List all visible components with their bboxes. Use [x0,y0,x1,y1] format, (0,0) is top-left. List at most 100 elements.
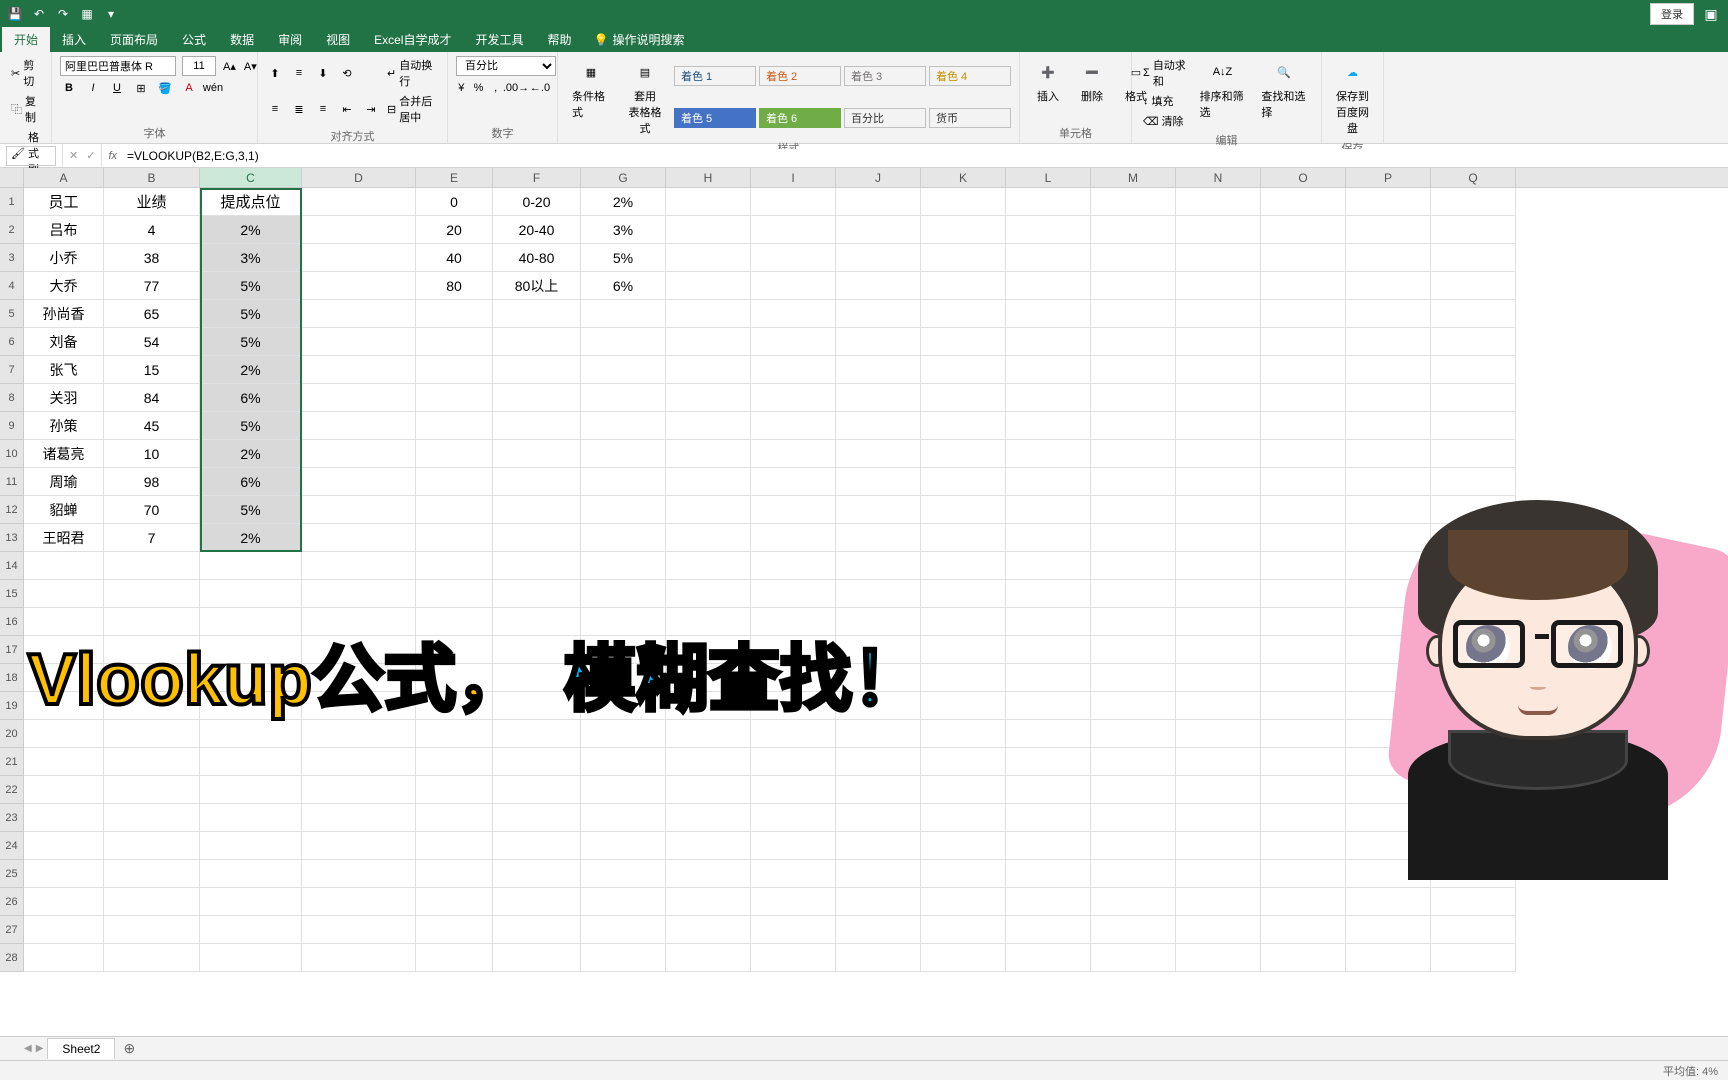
cell[interactable] [24,748,104,776]
cell[interactable]: 5% [581,244,666,272]
cell[interactable] [302,832,416,860]
cell[interactable] [581,496,666,524]
cell[interactable] [836,860,921,888]
decrease-decimal-icon[interactable]: ←.0 [531,79,549,97]
cell[interactable] [1346,384,1431,412]
increase-font-icon[interactable]: A▴ [222,57,237,75]
cell[interactable] [666,328,751,356]
cell[interactable] [836,832,921,860]
cell[interactable] [666,776,751,804]
cell[interactable] [921,412,1006,440]
cell[interactable] [1091,244,1176,272]
cell[interactable]: 2% [200,216,302,244]
align-left-icon[interactable]: ≡ [266,100,284,118]
cell[interactable] [666,888,751,916]
cell[interactable] [921,188,1006,216]
cell[interactable] [666,720,751,748]
row-header-12[interactable]: 12 [0,496,24,524]
cell[interactable] [24,916,104,944]
cell[interactable] [416,608,493,636]
cell[interactable] [302,580,416,608]
cell[interactable] [416,720,493,748]
row-header-10[interactable]: 10 [0,440,24,468]
cell[interactable] [666,664,751,692]
cell[interactable] [1091,524,1176,552]
cell[interactable] [493,916,581,944]
cell[interactable] [1261,748,1346,776]
cell[interactable] [493,804,581,832]
cell[interactable] [493,440,581,468]
cell[interactable] [302,524,416,552]
cell[interactable] [302,860,416,888]
cell[interactable] [1091,216,1176,244]
cell[interactable] [836,524,921,552]
cell[interactable] [1091,916,1176,944]
cell[interactable] [921,804,1006,832]
cell[interactable] [666,412,751,440]
cell[interactable] [836,580,921,608]
style-accent2[interactable]: 着色 2 [759,66,841,86]
cell[interactable] [751,580,836,608]
cell[interactable] [1176,664,1261,692]
cell[interactable]: 5% [200,300,302,328]
cell[interactable] [666,496,751,524]
cell[interactable] [416,328,493,356]
cell[interactable] [302,496,416,524]
cell[interactable] [1346,188,1431,216]
cell[interactable] [1176,944,1261,972]
cell[interactable] [836,944,921,972]
cell[interactable] [200,748,302,776]
cell[interactable] [921,328,1006,356]
cell[interactable] [1176,720,1261,748]
cell[interactable] [1431,244,1516,272]
cell[interactable] [921,440,1006,468]
cell[interactable] [1006,216,1091,244]
cell[interactable] [104,636,200,664]
cell[interactable] [1006,524,1091,552]
cell[interactable] [751,720,836,748]
fx-icon[interactable]: fx [102,150,123,162]
tab-review[interactable]: 审阅 [266,27,314,52]
cell[interactable] [1006,384,1091,412]
cell[interactable] [836,384,921,412]
col-header-G[interactable]: G [581,168,666,187]
cell[interactable] [1261,216,1346,244]
cell[interactable] [1176,468,1261,496]
align-middle-icon[interactable]: ≡ [290,64,308,82]
cell[interactable] [24,804,104,832]
border-button[interactable]: ⊞ [132,79,150,97]
cell[interactable] [836,496,921,524]
cell[interactable] [1006,692,1091,720]
cell[interactable] [493,860,581,888]
cell[interactable] [921,916,1006,944]
cell[interactable] [302,748,416,776]
cell[interactable] [666,188,751,216]
cell[interactable] [1346,300,1431,328]
cell[interactable] [666,804,751,832]
cell[interactable] [1006,916,1091,944]
cell[interactable] [751,692,836,720]
col-header-C[interactable]: C [200,168,302,187]
cell[interactable] [1006,272,1091,300]
cell[interactable] [836,440,921,468]
cell[interactable]: 77 [104,272,200,300]
cut-button[interactable]: ✂剪切 [8,56,43,90]
cell[interactable] [200,552,302,580]
cell[interactable]: 3% [200,244,302,272]
cell[interactable]: 业绩 [104,188,200,216]
cell[interactable] [1006,888,1091,916]
cell[interactable] [751,496,836,524]
cell[interactable] [493,888,581,916]
cell[interactable]: 3% [581,216,666,244]
cell[interactable] [302,188,416,216]
cell[interactable] [836,636,921,664]
indent-increase-icon[interactable]: ⇥ [362,100,380,118]
cell[interactable] [1431,188,1516,216]
cell[interactable] [1091,944,1176,972]
style-accent3[interactable]: 着色 3 [844,66,926,86]
cell[interactable] [24,664,104,692]
cell[interactable] [1261,580,1346,608]
cell[interactable] [1006,328,1091,356]
cell[interactable] [836,272,921,300]
cell[interactable] [751,636,836,664]
